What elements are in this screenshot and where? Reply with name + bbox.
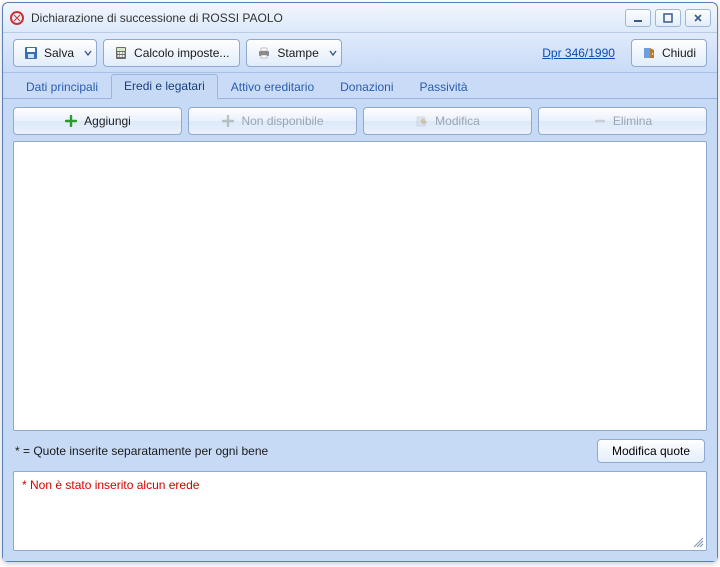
add-label: Aggiungi bbox=[84, 114, 131, 128]
calculate-taxes-button[interactable]: Calcolo imposte... bbox=[103, 39, 240, 67]
edit-label: Modifica bbox=[435, 114, 480, 128]
save-icon bbox=[24, 46, 38, 60]
window-title: Dichiarazione di successione di ROSSI PA… bbox=[31, 11, 625, 25]
maximize-button[interactable] bbox=[655, 9, 681, 27]
footnote-row: * = Quote inserite separatamente per ogn… bbox=[13, 437, 707, 465]
not-available-button: Non disponibile bbox=[188, 107, 357, 135]
close-button[interactable] bbox=[685, 9, 711, 27]
minimize-button[interactable] bbox=[625, 9, 651, 27]
calculator-icon bbox=[114, 46, 128, 60]
calculate-label: Calcolo imposte... bbox=[134, 46, 229, 60]
app-icon bbox=[9, 10, 25, 26]
tab-eredi-legatari[interactable]: Eredi e legatari bbox=[111, 74, 218, 99]
error-message: * Non è stato inserito alcun erede bbox=[22, 478, 199, 492]
not-available-label: Non disponibile bbox=[241, 114, 323, 128]
footnote-text: * = Quote inserite separatamente per ogn… bbox=[15, 444, 587, 458]
titlebar: Dichiarazione di successione di ROSSI PA… bbox=[3, 3, 717, 33]
add-button[interactable]: Aggiungi bbox=[13, 107, 182, 135]
edit-button: Modifica bbox=[363, 107, 532, 135]
main-toolbar: Salva Calcolo imposte... Stampe Dpr 346/… bbox=[3, 33, 717, 73]
resize-grip-icon[interactable] bbox=[690, 534, 704, 548]
heirs-list[interactable] bbox=[13, 141, 707, 431]
tab-content: Aggiungi Non disponibile Modifica Elimin… bbox=[3, 99, 717, 561]
plus-icon bbox=[221, 114, 235, 128]
modify-quotes-button[interactable]: Modifica quote bbox=[597, 439, 705, 463]
close-window-button[interactable]: Chiudi bbox=[631, 39, 707, 67]
tabs-bar: Dati principali Eredi e legatari Attivo … bbox=[3, 73, 717, 99]
minus-icon bbox=[593, 114, 607, 128]
chevron-down-icon bbox=[84, 49, 92, 57]
print-button[interactable]: Stampe bbox=[246, 39, 341, 67]
tab-dati-principali[interactable]: Dati principali bbox=[13, 75, 111, 99]
tab-donazioni[interactable]: Donazioni bbox=[327, 75, 406, 99]
delete-button: Elimina bbox=[538, 107, 707, 135]
door-exit-icon bbox=[642, 46, 656, 60]
plus-icon bbox=[64, 114, 78, 128]
delete-label: Elimina bbox=[613, 114, 652, 128]
tab-passivita[interactable]: Passività bbox=[407, 75, 481, 99]
window-controls bbox=[625, 9, 711, 27]
chevron-down-icon bbox=[329, 49, 337, 57]
messages-box: * Non è stato inserito alcun erede bbox=[13, 471, 707, 551]
pencil-icon bbox=[415, 114, 429, 128]
save-label: Salva bbox=[44, 46, 74, 60]
action-buttons-row: Aggiungi Non disponibile Modifica Elimin… bbox=[13, 107, 707, 135]
printer-icon bbox=[257, 46, 271, 60]
app-window: Dichiarazione di successione di ROSSI PA… bbox=[2, 2, 718, 562]
print-label: Stampe bbox=[277, 46, 318, 60]
close-label: Chiudi bbox=[662, 46, 696, 60]
dpr-link[interactable]: Dpr 346/1990 bbox=[532, 46, 625, 60]
save-button[interactable]: Salva bbox=[13, 39, 97, 67]
tab-attivo-ereditario[interactable]: Attivo ereditario bbox=[218, 75, 327, 99]
